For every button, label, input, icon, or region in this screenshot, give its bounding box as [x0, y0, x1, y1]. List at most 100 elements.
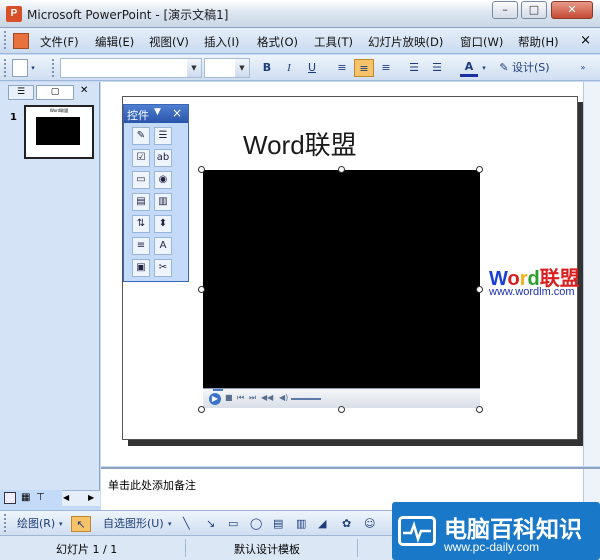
slide-thumbnail[interactable]: Word联盟 — [24, 105, 94, 159]
clipart-icon[interactable]: ☺ — [364, 516, 375, 532]
rectangle-icon[interactable]: ▭ — [228, 516, 238, 532]
bullets-icon[interactable]: ☰ — [427, 59, 447, 77]
command-button-icon[interactable]: ▭ — [132, 171, 150, 189]
minimize-button[interactable]: – — [492, 1, 518, 19]
selection-handle[interactable] — [338, 166, 345, 173]
toolbar-grip[interactable] — [4, 59, 7, 77]
menu-view[interactable]: 视图(V) — [149, 34, 189, 50]
window-close-button[interactable]: ✕ — [551, 1, 593, 19]
font-name-combo[interactable]: ▼ — [60, 58, 202, 78]
italic-button[interactable]: I — [280, 59, 298, 77]
volume-slider[interactable] — [291, 398, 321, 400]
image-icon[interactable]: ▣ — [132, 259, 150, 277]
font-size-combo[interactable]: ▼ — [204, 58, 250, 78]
menu-edit[interactable]: 编辑(E) — [95, 34, 134, 50]
select-objects-icon[interactable]: ↖ — [71, 516, 91, 532]
textbox-icon[interactable]: ab — [154, 149, 172, 167]
menu-file[interactable]: 文件(F) — [40, 34, 79, 50]
toolbar-grip[interactable] — [4, 31, 7, 49]
menu-help[interactable]: 帮助(H) — [518, 34, 559, 50]
selection-handle[interactable] — [476, 166, 483, 173]
align-left-icon[interactable]: ≡ — [332, 59, 352, 77]
maximize-button[interactable]: □ — [521, 1, 547, 19]
draw-menu-button[interactable]: 绘图(R) — [17, 516, 55, 532]
selection-handle[interactable] — [198, 406, 205, 413]
slide-position-status: 幻灯片 1 / 1 — [56, 543, 118, 556]
toolbar-options-icon[interactable]: » — [574, 59, 592, 77]
scrollbar-icon[interactable]: ≡ — [132, 237, 150, 255]
properties-icon[interactable]: ☰ — [154, 127, 172, 145]
checkbox-icon[interactable]: ☑ — [132, 149, 150, 167]
option-button-icon[interactable]: ◉ — [154, 171, 172, 189]
chevron-down-icon[interactable]: ▾ — [59, 516, 63, 532]
listbox-icon[interactable]: ▤ — [132, 193, 150, 211]
design-button[interactable]: 设计(S) — [512, 59, 560, 77]
toolbox-close-icon[interactable]: × — [172, 106, 182, 120]
vertical-textbox-icon[interactable]: ▥ — [296, 516, 306, 532]
menu-tools[interactable]: 工具(T) — [314, 34, 353, 50]
toolbar-grip[interactable] — [4, 514, 7, 532]
chevron-down-icon[interactable]: ▼ — [154, 107, 161, 117]
underline-button[interactable]: U — [303, 59, 321, 77]
oval-icon[interactable]: ◯ — [250, 516, 262, 532]
next-icon[interactable]: ⏭ — [249, 393, 256, 403]
chevron-down-icon[interactable]: ▼ — [235, 59, 249, 77]
menu-slideshow[interactable]: 幻灯片放映(D) — [368, 34, 443, 50]
slides-tab-icon[interactable]: ▢ — [36, 85, 74, 100]
line-icon[interactable]: ╲ — [183, 516, 190, 532]
chevron-down-icon[interactable]: ▼ — [187, 59, 201, 77]
previous-icon[interactable]: ⏮ — [237, 393, 244, 403]
pane-close-icon[interactable]: ✕ — [80, 85, 88, 96]
horizontal-scrollbar[interactable]: ◀ ▶ — [62, 490, 100, 506]
combobox-icon[interactable]: ▥ — [154, 193, 172, 211]
label-icon[interactable]: A — [154, 237, 172, 255]
autoshapes-button[interactable]: 自选图形(U) — [103, 516, 164, 532]
spinbutton-icon[interactable]: ⬍ — [154, 215, 172, 233]
menu-format[interactable]: 格式(O) — [257, 34, 298, 50]
arrow-icon[interactable]: ↘ — [206, 516, 215, 532]
play-icon[interactable]: ▶ — [209, 393, 221, 405]
selection-handle[interactable] — [476, 406, 483, 413]
numbering-icon[interactable]: ☰ — [404, 59, 424, 77]
site-name: 电脑百科知识 — [444, 516, 582, 542]
selection-handle[interactable] — [198, 166, 205, 173]
document-close-icon[interactable]: × — [580, 33, 591, 48]
volume-icon[interactable]: ◀) — [279, 393, 288, 402]
document-icon[interactable] — [13, 33, 29, 49]
menu-insert[interactable]: 插入(I) — [204, 34, 239, 50]
powerpoint-app-icon[interactable]: P — [6, 6, 22, 22]
selection-handle[interactable] — [476, 286, 483, 293]
align-right-icon[interactable]: ≡ — [376, 59, 396, 77]
rewind-icon[interactable]: ◀◀ — [261, 393, 273, 402]
diagram-icon[interactable]: ✿ — [342, 516, 351, 532]
slide-title[interactable]: Word联盟 — [243, 125, 403, 162]
slide-sorter-icon[interactable]: ▦ — [21, 492, 30, 503]
vertical-scrollbar[interactable] — [583, 82, 600, 466]
media-player-object[interactable]: ▶ ■ ⏮ ⏭ ◀◀ ◀) — [203, 170, 480, 408]
toolbar-grip[interactable] — [52, 59, 55, 77]
slideshow-icon[interactable]: ⊤ — [36, 492, 45, 503]
new-document-icon[interactable] — [12, 59, 28, 77]
control-toolbox-header[interactable]: 控件 ▼ × — [124, 105, 188, 123]
chevron-down-icon[interactable]: ▾ — [479, 59, 489, 77]
scroll-left-icon[interactable]: ◀ — [63, 493, 69, 502]
toggle-button-icon[interactable]: ⇅ — [132, 215, 150, 233]
design-icon[interactable]: ✎ — [497, 59, 511, 77]
textbox-icon[interactable]: ▤ — [273, 516, 283, 532]
menu-window[interactable]: 窗口(W) — [460, 34, 503, 50]
chevron-down-icon[interactable]: ▾ — [28, 59, 38, 77]
selection-handle[interactable] — [338, 406, 345, 413]
view-code-icon[interactable]: ✎ — [132, 127, 150, 145]
selection-handle[interactable] — [198, 286, 205, 293]
more-controls-icon[interactable]: ✂ — [154, 259, 172, 277]
align-center-icon[interactable]: ≡ — [354, 59, 374, 77]
stop-icon[interactable]: ■ — [225, 393, 233, 402]
scroll-right-icon[interactable]: ▶ — [88, 493, 94, 502]
wordart-icon[interactable]: ◢ — [318, 516, 326, 532]
font-color-button[interactable]: A — [460, 59, 478, 77]
chevron-down-icon[interactable]: ▾ — [168, 516, 172, 532]
normal-view-icon[interactable] — [4, 492, 16, 504]
seek-bar[interactable] — [213, 389, 223, 391]
bold-button[interactable]: B — [258, 59, 276, 77]
outline-tab-icon[interactable]: ☰ — [8, 85, 34, 100]
